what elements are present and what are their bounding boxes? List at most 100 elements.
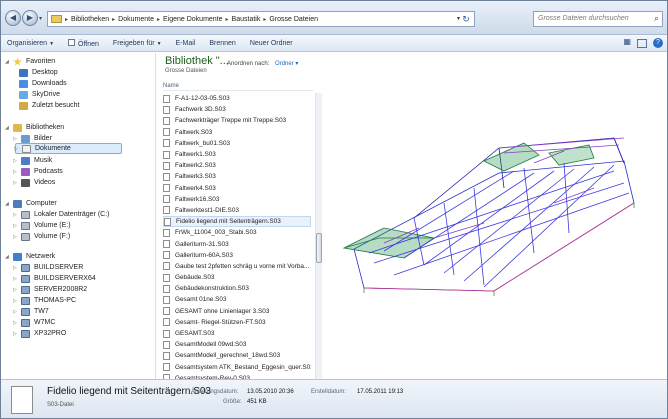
file-list-item[interactable]: Galleriturm-31.S03 [163,238,311,249]
file-list-item[interactable]: Gebäudekonstruktion.S03 [163,283,311,294]
organize-button[interactable]: Organisieren ▼ [7,40,54,47]
file-list-item[interactable]: FrWk_11004_003_Stabi.S03 [163,227,311,238]
breadcrumb-libraries[interactable]: Bibliotheken [71,16,109,23]
expand-arrow-icon[interactable]: ▷ [13,320,17,326]
burn-button[interactable]: Brennen [209,40,235,47]
nav-drive-c[interactable]: ▷ Lokaler Datenträger (C:) [13,209,109,220]
nav-drive-e[interactable]: ▷ Volume (E:) [13,220,71,231]
expand-arrow-icon[interactable]: ▷ [13,136,17,142]
file-list-item[interactable]: Faltwerk4.S03 [163,183,311,194]
file-list-item[interactable]: Faltwerk_bu01.S03 [163,138,311,149]
back-button[interactable]: ◀ [5,10,21,26]
expand-arrow-icon[interactable]: ▷ [13,265,17,271]
view-options-icon[interactable]: ▦ [623,37,631,49]
file-name: Faltwerk3.S03 [175,173,216,181]
scrollbar[interactable] [315,93,322,379]
preview-pane-icon[interactable] [637,39,647,48]
nav-network-host[interactable]: ▷ TW7 [13,306,49,317]
collapse-arrow-icon[interactable]: ◢ [5,125,9,131]
file-list-item[interactable]: Gebäude.S03 [163,272,311,283]
crumb-separator[interactable]: ▸ [157,16,160,23]
file-list-item[interactable]: Fachwerk 3D.S03 [163,104,311,115]
search-input[interactable]: Grosse Dateien durchsuchen ⌕ [533,11,663,27]
refresh-icon[interactable]: ↻ [460,13,472,25]
arrange-by-dropdown[interactable]: Ordner ▾ [275,61,298,67]
expand-arrow-icon[interactable]: ▷ [14,146,18,152]
expand-arrow-icon[interactable]: ▷ [13,298,17,304]
expand-arrow-icon[interactable]: ▷ [13,223,17,229]
crumb-separator[interactable]: ▸ [263,16,266,23]
breadcrumb-grosse-dateien[interactable]: Grosse Dateien [269,16,318,23]
file-list-item[interactable]: Faltwerk16.S03 [163,194,311,205]
collapse-arrow-icon[interactable]: ◢ [5,201,9,207]
breadcrumb[interactable]: ▸ Bibliotheken ▸ Dokumente ▸ Eigene Doku… [47,11,475,27]
nav-network-host[interactable]: ▷ BUILDSERVERX64 [13,273,96,284]
nav-recent[interactable]: Zuletzt besucht [19,100,79,111]
expand-arrow-icon[interactable]: ▷ [13,180,17,186]
nav-desktop[interactable]: Desktop [19,67,58,78]
nav-downloads[interactable]: Downloads [19,78,67,89]
expand-arrow-icon[interactable]: ▷ [13,158,17,164]
nav-computer[interactable]: ◢ Computer [5,198,57,209]
nav-libraries[interactable]: ◢ Bibliotheken [5,122,64,133]
file-list-item[interactable]: Faltwerk2.S03 [163,160,311,171]
nav-favorites[interactable]: ◢ Favoriten [5,56,55,67]
file-list-item[interactable]: Faltwerk3.S03 [163,171,311,182]
nav-network-host[interactable]: ▷ SERVER2008R2 [13,284,87,295]
file-list-item[interactable]: GesamtModell 09wd.S03 [163,339,311,350]
file-list-item[interactable]: GesamtModell_gerechnet_18wd.S03 [163,350,311,361]
file-list-item[interactable]: Faltwerk.S03 [163,127,311,138]
arrange-by-value: Ordner [275,61,294,67]
nav-network-host[interactable]: ▷ BUILDSERVER [13,262,83,273]
nav-network-host[interactable]: ▷ W7MC [13,317,55,328]
expand-arrow-icon[interactable]: ▷ [13,212,17,218]
crumb-separator[interactable]: ▸ [112,16,115,23]
file-icon [163,206,170,215]
expand-arrow-icon[interactable]: ▷ [13,169,17,175]
file-list-item[interactable]: Fidelio liegend mit Seitenträgern.S03 [163,216,311,228]
expand-arrow-icon[interactable]: ▷ [13,287,17,293]
breadcrumb-my-documents[interactable]: Eigene Dokumente [163,16,223,23]
search-icon[interactable]: ⌕ [654,13,659,24]
file-list-item[interactable]: Faltwerktest1-DIE.S03 [163,205,311,216]
column-header-name[interactable]: Name [163,83,313,91]
open-button[interactable]: Öffnen [68,38,99,48]
help-icon[interactable]: ? [653,38,663,48]
file-list-item[interactable]: GESAMT ohne Linienlager 3.S03 [163,306,311,317]
email-button[interactable]: E-Mail [176,40,196,47]
nav-network[interactable]: ◢ Netzwerk [5,251,55,262]
expand-arrow-icon[interactable]: ▷ [13,276,17,282]
nav-documents[interactable]: ▷ Dokumente [14,143,122,154]
nav-music[interactable]: ▷ Musik [13,155,52,166]
new-folder-button[interactable]: Neuer Ordner [250,40,293,47]
crumb-separator[interactable]: ▸ [226,16,229,23]
file-list-item[interactable]: Galleriturm-60A.S03 [163,250,311,261]
created-label: Erstelldatum: [311,389,347,395]
collapse-arrow-icon[interactable]: ◢ [5,254,9,260]
collapse-arrow-icon[interactable]: ◢ [5,59,9,65]
nav-videos[interactable]: ▷ Videos [13,177,55,188]
file-list-item[interactable]: Gesamt 01ne.S03 [163,294,311,305]
nav-drive-f[interactable]: ▷ Volume (F:) [13,231,70,242]
expand-arrow-icon[interactable]: ▷ [13,309,17,315]
file-list-item[interactable]: Gesamt- Riegel-Stützen-FT.S03 [163,317,311,328]
forward-button[interactable]: ▶ [22,10,38,26]
share-button[interactable]: Freigeben für ▼ [113,40,162,47]
scrollbar-thumb[interactable] [316,233,322,263]
expand-arrow-icon[interactable]: ▷ [13,331,17,337]
nav-skydrive[interactable]: SkyDrive [19,89,60,100]
crumb-separator[interactable]: ▸ [65,16,68,23]
breadcrumb-baustatik[interactable]: Baustatik [232,16,261,23]
nav-network-host[interactable]: ▷ XP32PRO [13,328,66,339]
expand-arrow-icon[interactable]: ▷ [13,234,17,240]
file-list-item[interactable]: GESAMT.S03 [163,328,311,339]
file-list-item[interactable]: Gaube test 2pfetten schräg u vorne mit V… [163,261,311,272]
nav-podcasts[interactable]: ▷ Podcasts [13,166,63,177]
file-list-item[interactable]: Fachwerkträger Treppe mit Treppe.S03 [163,115,311,126]
nav-network-host[interactable]: ▷ THOMAS-PC [13,295,76,306]
file-list-item[interactable]: Gesamtsystem ATK_Bestand_Eggesin_quer.S0… [163,362,311,373]
file-list-item[interactable]: Faltwerk1.S03 [163,149,311,160]
file-list-item[interactable]: F-A1-12-03-05.S03 [163,93,311,104]
recent-pages-icon[interactable]: ▾ [39,15,42,22]
breadcrumb-documents[interactable]: Dokumente [118,16,154,23]
